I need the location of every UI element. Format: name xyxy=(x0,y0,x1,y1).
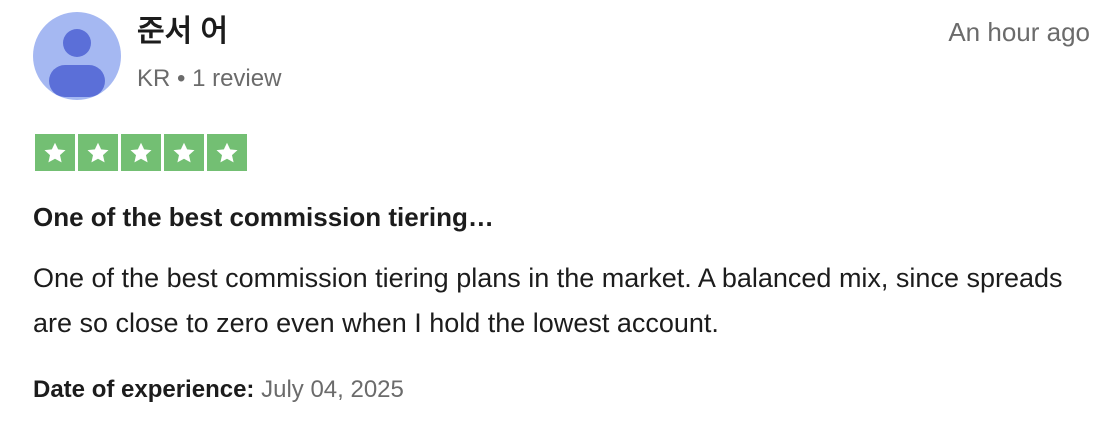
review-body: One of the best commission tiering plans… xyxy=(33,263,1063,338)
user-icon-body xyxy=(49,65,105,97)
star-icon xyxy=(78,134,118,171)
star-icon xyxy=(207,134,247,171)
star-icon xyxy=(164,134,204,171)
date-of-experience: Date of experience: July 04, 2025 xyxy=(33,374,404,406)
author-name[interactable]: 준서 어 xyxy=(137,14,228,50)
review-timestamp: An hour ago xyxy=(948,17,1090,47)
experience-label: Date of experience: xyxy=(33,376,255,403)
experience-date: July 04, 2025 xyxy=(261,376,404,403)
user-icon-head xyxy=(63,29,91,57)
review-card: 준서 어 KR • 1 review An hour ago One of th… xyxy=(0,0,1107,437)
star-icon xyxy=(35,134,75,171)
review-title[interactable]: One of the best commission tiering… xyxy=(33,200,494,234)
star-rating xyxy=(35,134,247,171)
star-icon xyxy=(121,134,161,171)
author-meta: KR • 1 review xyxy=(137,65,282,92)
avatar[interactable] xyxy=(33,12,121,100)
